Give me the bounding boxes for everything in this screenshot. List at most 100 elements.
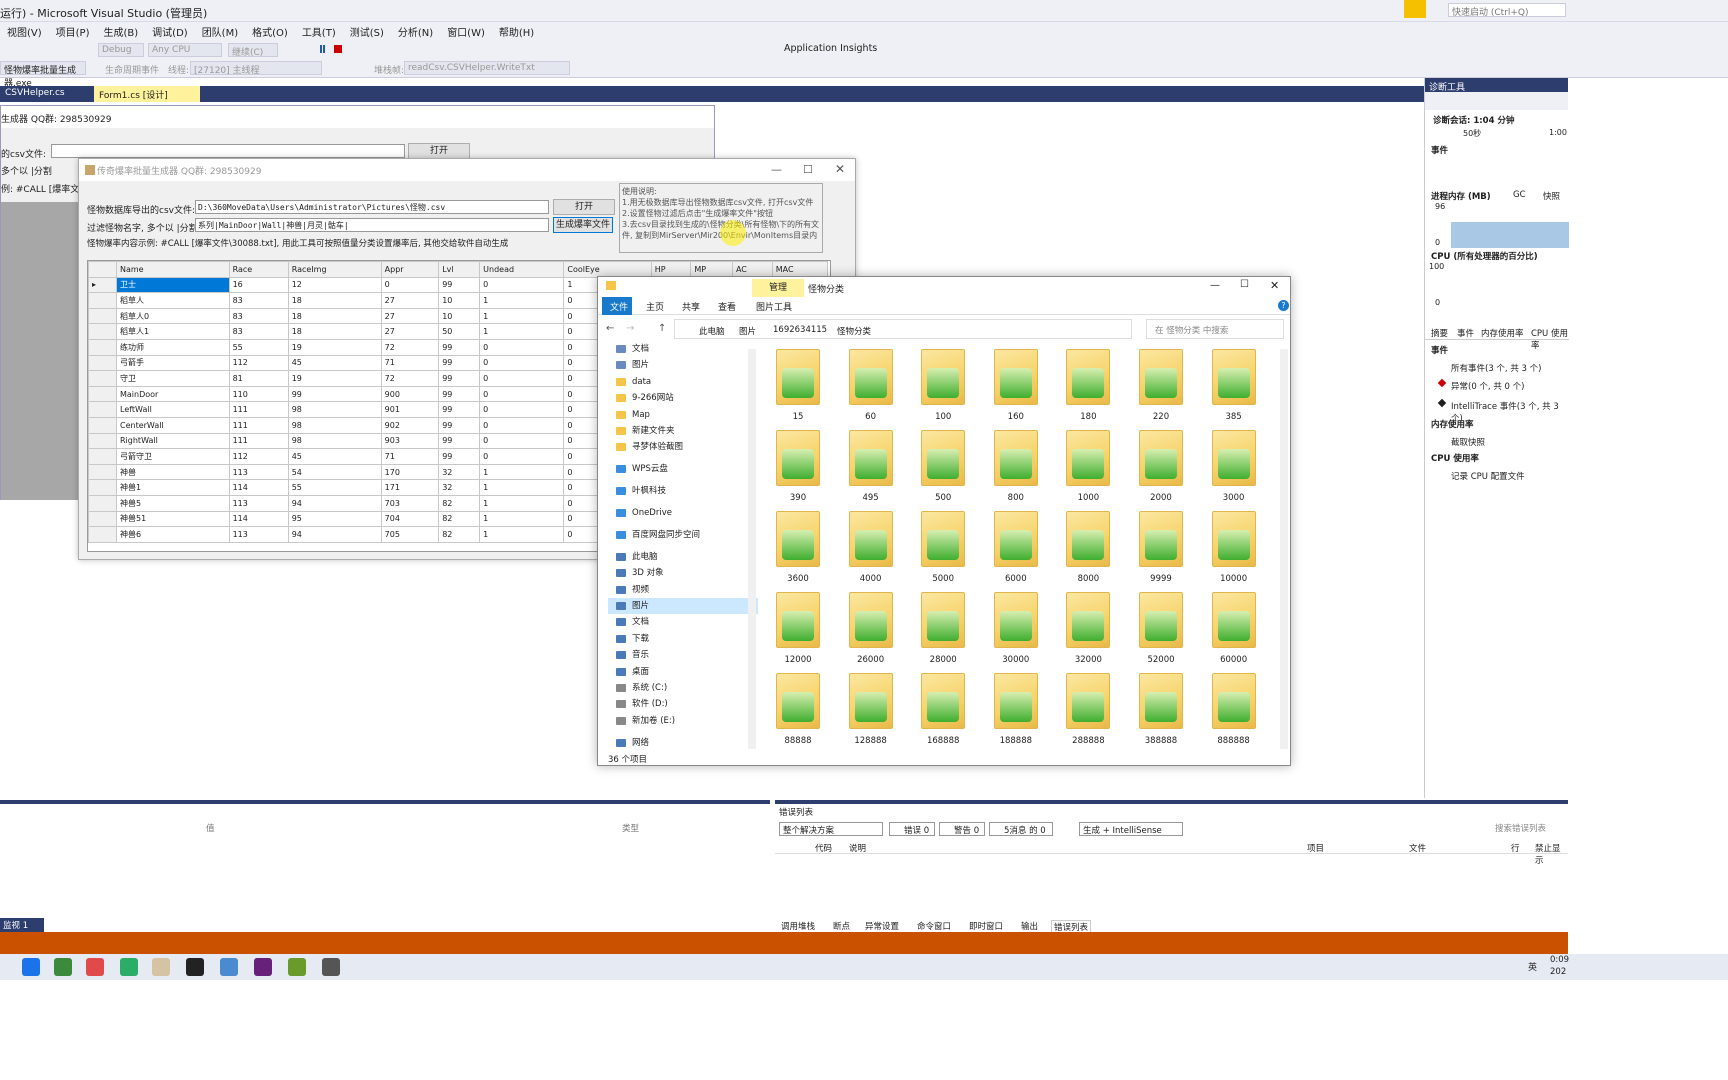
grid-cell[interactable]: 99 [438, 354, 481, 372]
record-cpu[interactable]: 记录 CPU 配置文件 [1451, 470, 1525, 482]
grid-cell[interactable]: 弓箭手 [116, 354, 230, 372]
folder-item[interactable]: 88888 [768, 673, 828, 751]
watch-tab[interactable]: 监视 1 [0, 918, 44, 932]
menu-item[interactable]: 生成(B) [97, 22, 146, 41]
filter-icon[interactable] [1404, 0, 1426, 18]
grid-cell[interactable]: 113 [228, 463, 289, 481]
grid-cell[interactable]: 神兽5 [116, 494, 230, 512]
grid-cell[interactable]: 99 [438, 370, 481, 387]
platform-select[interactable]: Any CPU [148, 43, 222, 57]
up-icon[interactable]: ↑ [658, 323, 666, 334]
grid-cell[interactable]: 稻草人1 [116, 323, 230, 340]
nav-scrollbar[interactable] [748, 349, 756, 749]
grid-cell[interactable]: 901 [380, 401, 440, 418]
folder-item[interactable]: 32000 [1058, 592, 1118, 670]
grid-cell[interactable]: 19 [287, 370, 382, 387]
grid-cell[interactable]: 16 [228, 276, 289, 294]
nav-item[interactable]: 系统 (C:) [608, 680, 758, 696]
nav-item[interactable]: Map [608, 407, 758, 423]
clock-time[interactable]: 0:09 [1550, 955, 1569, 965]
folder-item[interactable]: 390 [768, 430, 828, 508]
error-column-header[interactable]: 项目 [1307, 842, 1324, 854]
take-snapshot[interactable]: 截取快照 [1451, 436, 1485, 448]
grid-cell[interactable]: 0 [479, 416, 565, 434]
address-bar[interactable]: 此电脑 图片 1692634115 怪物分类 [674, 319, 1132, 339]
ribbon-view[interactable]: 查看 [718, 300, 736, 313]
row-header[interactable] [88, 494, 117, 512]
grid-cell[interactable]: 99 [287, 385, 382, 403]
grid-column-header[interactable]: Race [228, 261, 289, 278]
folder-item[interactable]: 128888 [841, 673, 901, 751]
folder-item[interactable]: 8000 [1058, 511, 1118, 589]
error-column-header[interactable]: 代码 [815, 842, 832, 854]
grid-cell[interactable]: 113 [228, 494, 289, 512]
grid-cell[interactable]: 704 [380, 510, 440, 528]
menu-item[interactable]: 视图(V) [0, 22, 49, 41]
nav-item[interactable]: 文档 [608, 614, 758, 630]
grid-cell[interactable]: 112 [228, 354, 289, 372]
bottom-tab[interactable]: 异常设置 [863, 920, 901, 932]
grid-cell[interactable]: 55 [228, 338, 289, 356]
stack-frame-select[interactable]: readCsv.CSVHelper.WriteTxt [404, 61, 570, 75]
grid-cell[interactable]: 0 [479, 276, 565, 294]
grid-cell[interactable]: 902 [380, 416, 440, 434]
grid-column-header[interactable]: HP [650, 261, 692, 278]
grid-cell[interactable]: 54 [287, 463, 382, 481]
grid-cell[interactable]: 12 [287, 276, 382, 294]
nav-item[interactable]: 9-266网站 [608, 390, 758, 406]
nav-item[interactable]: 桌面 [608, 664, 758, 680]
grid-cell[interactable]: 82 [438, 510, 481, 528]
folder-item[interactable]: 3000 [1204, 430, 1264, 508]
row-header[interactable] [88, 479, 117, 496]
nav-item[interactable]: 百度网盘同步空间 [608, 527, 758, 543]
grid-column-header[interactable]: Appr [380, 261, 440, 278]
ribbon-file[interactable]: 文件 [610, 300, 628, 313]
row-header[interactable] [88, 463, 117, 481]
thread-select[interactable]: [27120] 主线程 [190, 61, 322, 76]
grid-cell[interactable]: 32 [438, 463, 481, 481]
grid-cell[interactable]: 81 [228, 370, 289, 387]
grid-cell[interactable]: 99 [438, 401, 481, 418]
grid-cell[interactable]: 0 [479, 354, 565, 372]
grid-cell[interactable]: 55 [287, 479, 382, 496]
grid-cell[interactable]: 83 [228, 323, 289, 340]
build-select[interactable]: 生成 + IntelliSense [1079, 822, 1183, 836]
content-scrollbar[interactable] [1280, 349, 1288, 749]
grid-cell[interactable]: 1 [479, 307, 565, 325]
grid-cell[interactable]: 903 [380, 432, 440, 450]
grid-cell[interactable]: 900 [380, 385, 440, 403]
grid-cell[interactable]: MainDoor [116, 385, 230, 403]
nav-item[interactable]: 视频 [608, 582, 758, 598]
nav-item[interactable]: 网络 [608, 735, 758, 751]
grid-column-header[interactable]: CoolEye [563, 261, 652, 278]
grid-column-header[interactable]: RaceImg [287, 261, 382, 278]
grid-cell[interactable]: 19 [287, 338, 382, 356]
grid-cell[interactable]: 99 [438, 338, 481, 356]
menu-item[interactable]: 帮助(H) [492, 22, 541, 41]
grid-cell[interactable]: 0 [479, 370, 565, 387]
diag-tab-summary[interactable]: 摘要 [1431, 327, 1448, 339]
error-column-header[interactable]: 说明 [849, 842, 866, 854]
folder-item[interactable]: 160 [986, 349, 1046, 427]
grid-cell[interactable]: 10 [438, 292, 481, 309]
bottom-tab[interactable]: 断点 [831, 920, 852, 932]
wechat-icon[interactable] [120, 958, 138, 976]
app-insights-button[interactable]: Application Insights [784, 43, 877, 54]
menu-item[interactable]: 分析(N) [391, 22, 440, 41]
grid-cell[interactable]: 神兽1 [116, 479, 230, 496]
diag-tab-events[interactable]: 事件 [1457, 327, 1474, 339]
menu-item[interactable]: 窗口(W) [440, 22, 492, 41]
explorer-minimize-icon[interactable]: — [1210, 280, 1220, 291]
grid-cell[interactable]: 111 [228, 432, 289, 450]
grid-cell[interactable]: 99 [438, 448, 481, 465]
close-icon[interactable]: ✕ [835, 162, 845, 176]
crumb-pictures[interactable]: 图片 [739, 325, 756, 337]
row-header[interactable] [88, 370, 117, 387]
grid-cell[interactable]: 1 [479, 479, 565, 496]
ribbon-home[interactable]: 主页 [646, 300, 664, 313]
folder-item[interactable]: 60 [841, 349, 901, 427]
grid-cell[interactable]: 114 [228, 510, 289, 528]
taskbar-app-2-icon[interactable] [54, 958, 72, 976]
folder-item[interactable]: 60000 [1204, 592, 1264, 670]
grid-cell[interactable]: 18 [287, 307, 382, 325]
